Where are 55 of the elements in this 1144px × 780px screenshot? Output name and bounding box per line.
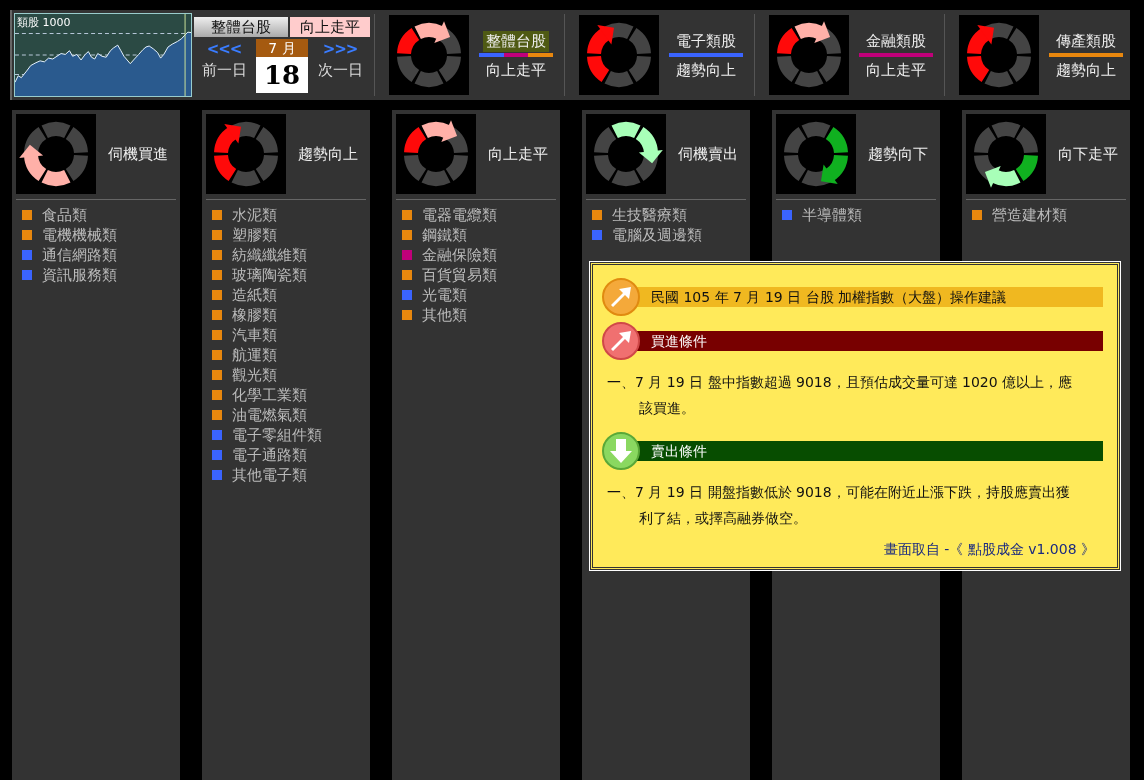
industry-name[interactable]: 汽車類 [232, 325, 277, 345]
industry-name[interactable]: 資訊服務類 [42, 265, 117, 285]
signal-label: 伺機賣出 [678, 144, 738, 164]
industry-name[interactable]: 營造建材類 [992, 205, 1067, 225]
industry-name[interactable]: 百貨貿易類 [422, 265, 497, 285]
industry-name[interactable]: 電腦及週邊類 [612, 225, 702, 245]
industry-name[interactable]: 電子零組件類 [232, 425, 322, 445]
industry-name[interactable]: 鋼鐵類 [422, 225, 467, 245]
industry-name[interactable]: 玻璃陶瓷類 [232, 265, 307, 285]
industry-name[interactable]: 油電燃氣類 [232, 405, 307, 425]
sector-tab[interactable]: 傳產類股 [1053, 30, 1119, 52]
condition-text: 一、7 月 19 日 開盤指數低於 9018，可能在附近止漲下跌，持股應賣出獲利了結，或擇高融券做空。 [607, 483, 1071, 528]
up-arrow-badge-icon [601, 321, 641, 361]
signal-label: 向上走平 [488, 144, 548, 164]
calendar-month: 7 月 [256, 39, 308, 57]
signal-label: 向下走平 [1058, 144, 1118, 164]
industry-name[interactable]: 航運類 [232, 345, 277, 365]
signal-label: 趨勢向上 [298, 144, 358, 164]
industry-name[interactable]: 生技醫療類 [612, 205, 687, 225]
industry-name[interactable]: 金融保險類 [422, 245, 497, 265]
industry-name[interactable]: 電子通路類 [232, 445, 307, 465]
sector-tab[interactable]: 整體台股 [483, 30, 549, 52]
signal-label: 趨勢向下 [868, 144, 928, 164]
industry-name[interactable]: 造紙類 [232, 285, 277, 305]
sector-status: 向上走平 [486, 60, 546, 80]
industry-name[interactable]: 水泥類 [232, 205, 277, 225]
sector-tab[interactable]: 金融類股 [863, 30, 929, 52]
industry-name[interactable]: 光電類 [422, 285, 467, 305]
down-arrow-badge-icon [601, 431, 641, 471]
chart-label: 類股 1000 [17, 15, 71, 30]
industry-name[interactable]: 食品類 [42, 205, 87, 225]
source-note: 畫面取自 -《 點股成金 v1.008 》 [883, 541, 1095, 559]
industry-name[interactable]: 化學工業類 [232, 385, 307, 405]
signal-label: 伺機買進 [108, 144, 168, 164]
previous-day-link[interactable]: 前一日 [201, 61, 247, 80]
arrow-badge-icon [601, 277, 641, 317]
next-day-link[interactable]: 次一日 [317, 61, 363, 80]
market-label[interactable]: 整體台股 [194, 17, 288, 37]
market-status-label: 向上走平 [290, 17, 370, 37]
industry-name[interactable]: 通信網路類 [42, 245, 117, 265]
calendar-day: 18 [256, 57, 308, 93]
industry-name[interactable]: 其他類 [422, 305, 467, 325]
industry-name[interactable]: 塑膠類 [232, 225, 277, 245]
industry-name[interactable]: 紡織纖維類 [232, 245, 307, 265]
condition-text: 一、7 月 19 日 盤中指數超過 9018，且預估成交量可達 1020 億以上，應該買進。 [607, 373, 1073, 418]
sector-status: 趨勢向上 [1056, 60, 1116, 80]
sector-status: 向上走平 [866, 60, 926, 80]
industry-name[interactable]: 電器電纜類 [422, 205, 497, 225]
industry-name[interactable]: 其他電子類 [232, 465, 307, 485]
industry-name[interactable]: 半導體類 [802, 205, 862, 225]
industry-name[interactable]: 橡膠類 [232, 305, 277, 325]
industry-name[interactable]: 觀光類 [232, 365, 277, 385]
sector-tab[interactable]: 電子類股 [673, 30, 739, 52]
sector-status: 趨勢向上 [676, 60, 736, 80]
industry-name[interactable]: 電機機械類 [42, 225, 117, 245]
